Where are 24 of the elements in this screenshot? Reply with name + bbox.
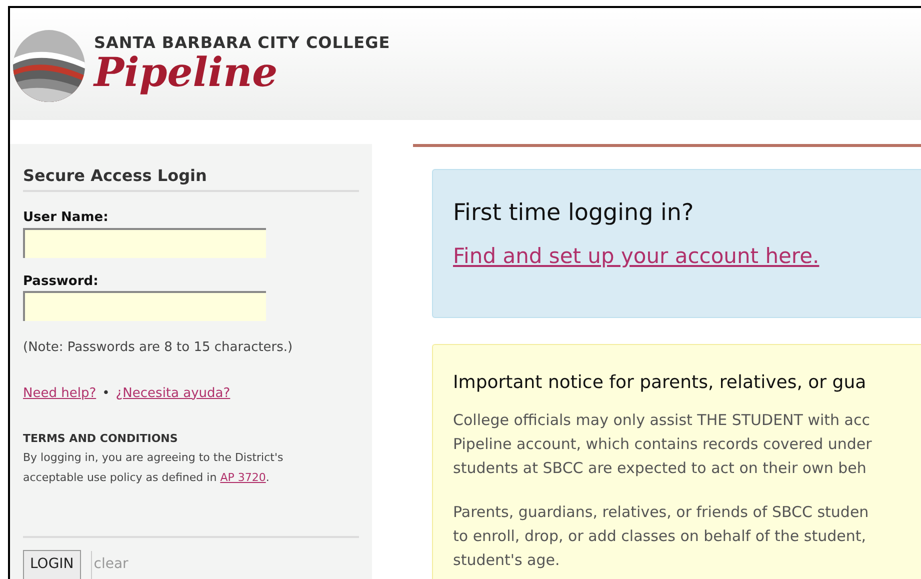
field-label: User Name: [23,209,110,227]
notice-text-line: student's age. [453,550,561,571]
policy-link[interactable]: AP 3720 [220,470,266,484]
login-title: Secure Access Login [23,164,359,192]
setup-account-link[interactable]: Find and set up your account here. [453,240,820,272]
field-label: Password: [23,272,100,290]
bullet-separator: • [102,384,110,402]
terms-text: By logging in, you are agreeing to the District's acceptable use policy as defined in AP 3720. [23,450,284,486]
login-button[interactable]: LOGIN [23,550,81,579]
terms-title: TERMS AND CONDITIONS [23,431,179,447]
input-field[interactable] [23,228,266,258]
notice-text-line: College officials may only assist THE STUDENT with acc [453,410,871,431]
input-field[interactable] [23,291,266,321]
first-time-title: First time logging in? [453,199,694,228]
password-note: (Note: Passwords are 8 to 15 characters.) [23,339,294,357]
notice-title: Important notice for parents, relatives, or gua [453,371,868,395]
app-name: Pipeline [94,51,279,95]
notice-text-line: Pipeline account, which contains records covered under [453,434,873,455]
college-name: SANTA BARBARA CITY COLLEGE [94,33,390,53]
help-link[interactable]: ¿Necesita ayuda? [116,384,230,403]
notice-text-line: to enroll, drop, or add classes on behalf of the student, [453,526,868,547]
notice-text-line: Parents, guardians, relatives, or friends of SBCC studen [453,502,870,523]
help-link[interactable]: Need help? [23,384,96,403]
notice-text-line: students at SBCC are expected to act on their own beh [453,458,868,479]
